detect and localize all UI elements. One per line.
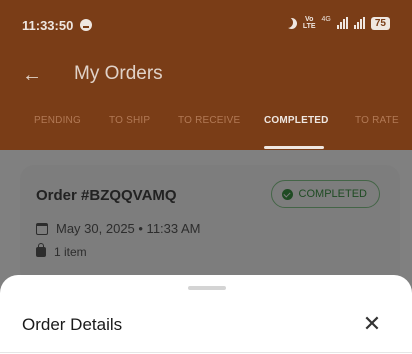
tab-completed[interactable]: COMPLETED	[264, 115, 329, 126]
status-badge: COMPLETED	[270, 180, 380, 208]
order-id: Order #BZQQVAMQ	[36, 187, 177, 204]
divider	[0, 352, 412, 353]
sheet-title: Order Details	[22, 315, 123, 334]
status-icons: Vo LTE 4G 75	[286, 16, 390, 30]
order-items-row: 1 item	[36, 243, 87, 259]
status-bar: 11:33:50 Vo LTE 4G 75	[0, 0, 412, 52]
signal-strength-icon-2	[353, 17, 365, 29]
app-bar: 11:33:50 Vo LTE 4G 75 ← My Orders PENDIN…	[0, 0, 412, 150]
order-tabs: PENDING TO SHIP TO RECEIVE COMPLETED TO …	[0, 108, 412, 150]
check-circle-icon	[281, 188, 293, 200]
tab-pending[interactable]: PENDING	[34, 115, 81, 126]
toolbar: ← My Orders	[0, 52, 412, 100]
volte-bottom-label: LTE	[302, 23, 316, 30]
status-time: 11:33:50	[22, 18, 74, 33]
network-type-label: 4G	[321, 16, 331, 23]
order-date: May 30, 2025 • 11:33 AM	[56, 221, 201, 236]
back-arrow-icon[interactable]: ←	[22, 64, 42, 87]
signal-strength-icon	[336, 17, 348, 29]
messenger-icon	[80, 19, 92, 31]
shopping-bag-icon	[36, 243, 46, 257]
tab-to-ship[interactable]: TO SHIP	[109, 115, 150, 126]
page-title: My Orders	[74, 63, 163, 84]
tab-to-receive[interactable]: TO RECEIVE	[178, 115, 240, 126]
order-item-count: 1 item	[54, 245, 87, 259]
close-icon[interactable]: ✕	[360, 312, 384, 336]
volte-top-label: Vo	[304, 16, 314, 23]
tab-to-rate[interactable]: TO RATE	[355, 115, 399, 126]
do-not-disturb-icon	[286, 18, 297, 29]
order-date-row: May 30, 2025 • 11:33 AM	[36, 221, 201, 236]
drag-handle[interactable]	[188, 286, 226, 290]
battery-icon: 75	[370, 16, 390, 30]
active-tab-indicator	[264, 146, 324, 149]
volte-indicator: Vo LTE	[303, 16, 316, 30]
calendar-icon	[36, 222, 48, 235]
status-badge-label: COMPLETED	[298, 188, 367, 200]
order-card[interactable]: Order #BZQQVAMQ COMPLETED May 30, 2025 •…	[20, 165, 400, 285]
order-details-sheet: Order Details ✕	[0, 275, 412, 354]
